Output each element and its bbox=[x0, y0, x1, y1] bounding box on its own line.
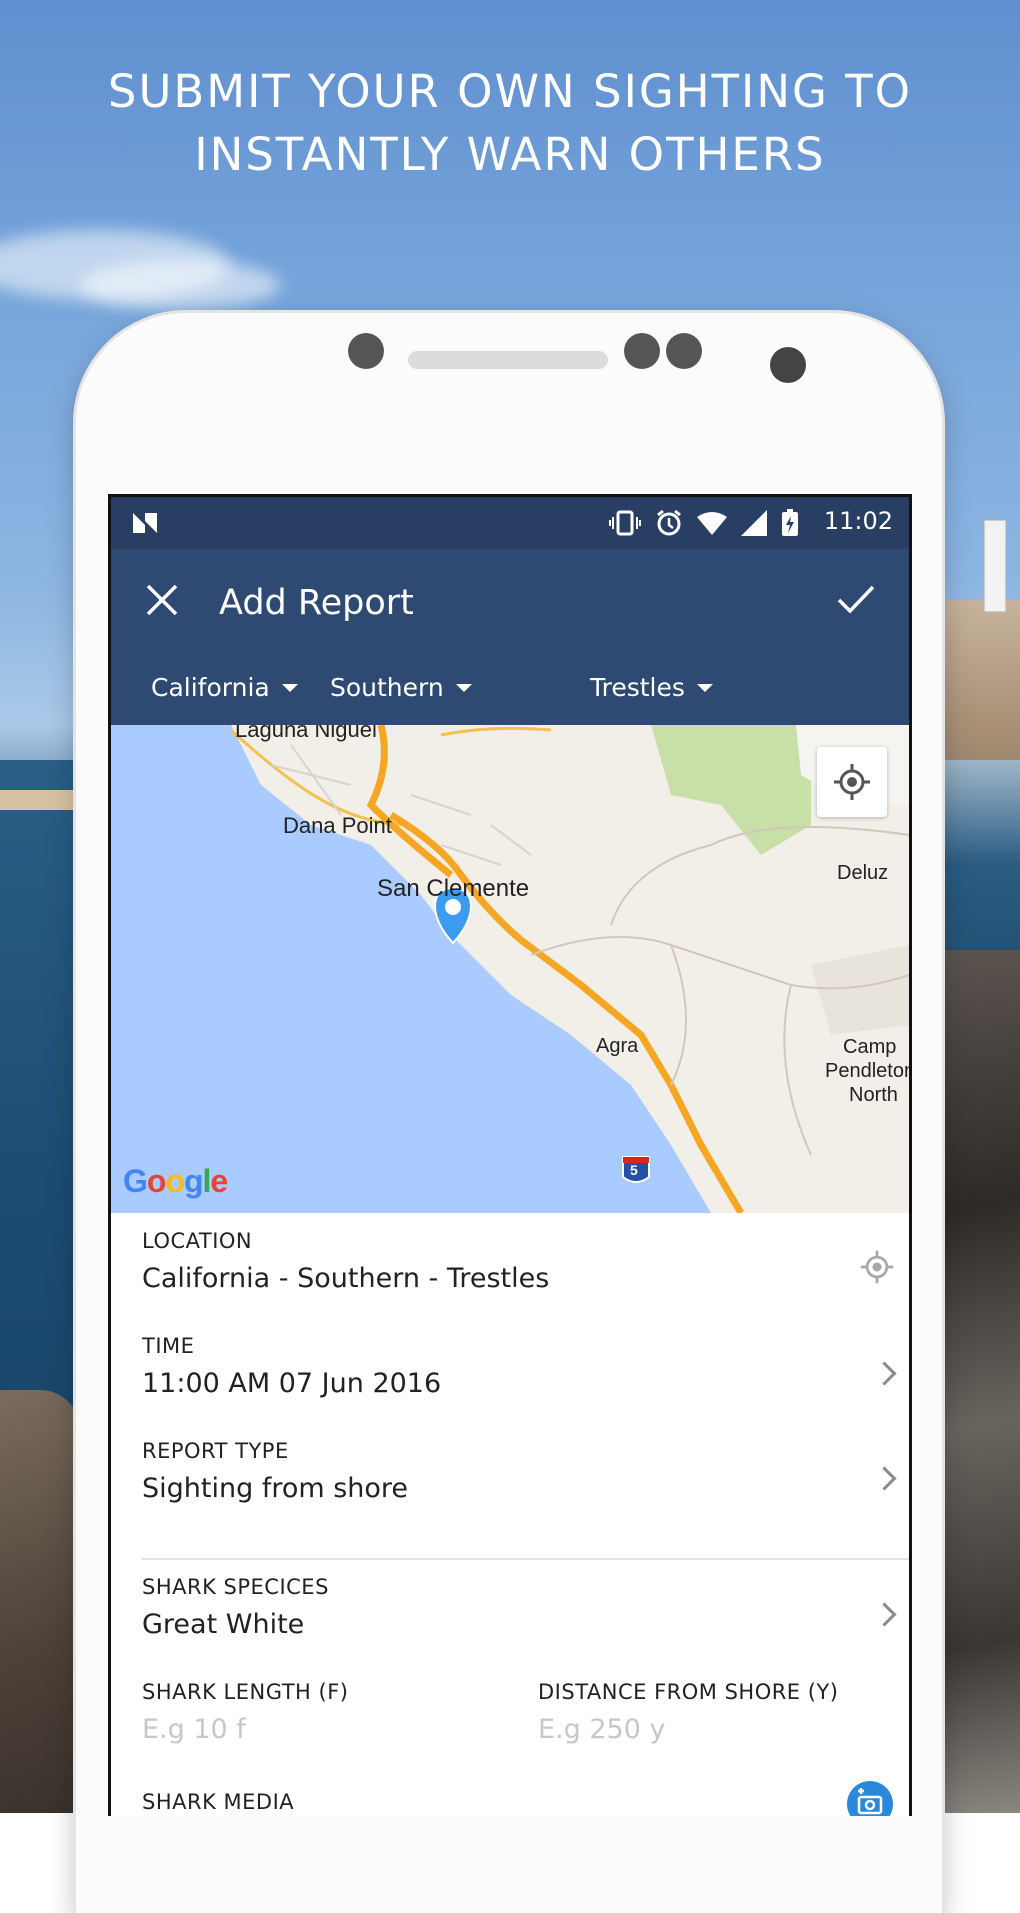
report-type-value: Sighting from shore bbox=[142, 1473, 409, 1504]
status-icons bbox=[609, 509, 799, 537]
map-label-laguna: Laguna Niguel bbox=[235, 725, 377, 742]
species-value: Great White bbox=[142, 1609, 305, 1640]
app-bar: Add Report California Southern Trestles bbox=[111, 549, 909, 725]
chevron-down-icon bbox=[455, 683, 472, 692]
spot-dropdown-label: Trestles bbox=[590, 673, 685, 702]
divider bbox=[142, 1558, 909, 1560]
park-area bbox=[651, 725, 811, 855]
map-label-north: North bbox=[849, 1084, 898, 1106]
shark-length-label: SHARK LENGTH (F) bbox=[142, 1680, 349, 1704]
headline-line-2: INSTANTLY WARN OTHERS bbox=[194, 128, 826, 181]
state-dropdown-label: California bbox=[151, 673, 270, 702]
land-area bbox=[811, 945, 909, 1035]
map-label-dana: Dana Point bbox=[283, 813, 392, 838]
species-field[interactable]: SHARK SPECICES Great White bbox=[142, 1575, 329, 1640]
crosshair-icon[interactable] bbox=[859, 1249, 895, 1285]
time-field[interactable]: TIME 11:00 AM 07 Jun 2016 bbox=[142, 1334, 441, 1399]
chevron-down-icon bbox=[696, 683, 713, 692]
road bbox=[440, 726, 552, 737]
ocean-area bbox=[111, 725, 711, 1213]
chevron-right-icon[interactable] bbox=[872, 1361, 897, 1386]
lighthouse bbox=[984, 520, 1006, 612]
vibrate-icon bbox=[609, 510, 641, 536]
headline-line-1: SUBMIT YOUR OWN SIGHTING TO bbox=[107, 65, 913, 118]
cloud bbox=[80, 260, 280, 310]
map-label-camp: Camp bbox=[843, 1036, 897, 1058]
submit-button[interactable] bbox=[837, 579, 875, 623]
distance-input[interactable]: E.g 250 y bbox=[538, 1714, 838, 1745]
map-label-deluz: Deluz bbox=[837, 862, 889, 884]
close-button[interactable] bbox=[145, 581, 179, 627]
status-time: 11:02 bbox=[823, 507, 893, 535]
rocks-right bbox=[935, 950, 1020, 1813]
rocks-left bbox=[0, 1390, 80, 1813]
location-value: California - Southern - Trestles bbox=[142, 1263, 550, 1294]
add-photo-button[interactable] bbox=[847, 1781, 893, 1816]
battery-charging-icon bbox=[782, 509, 798, 536]
map-tiles bbox=[111, 725, 909, 1213]
spot-dropdown[interactable]: Trestles bbox=[590, 673, 713, 702]
shark-length-input[interactable]: E.g 10 f bbox=[142, 1714, 349, 1745]
phone-speaker bbox=[408, 351, 608, 369]
time-value: 11:00 AM 07 Jun 2016 bbox=[142, 1368, 442, 1399]
phone-screen: 11:02 Add Report California Southern Tre… bbox=[108, 494, 912, 1816]
front-sensor bbox=[624, 333, 660, 369]
crosshair-icon bbox=[834, 764, 870, 800]
map-label-agra: Agra bbox=[596, 1035, 639, 1057]
status-bar: 11:02 bbox=[111, 497, 909, 549]
distance-field[interactable]: DISTANCE FROM SHORE (Y) E.g 250 y bbox=[538, 1680, 838, 1745]
distance-label: DISTANCE FROM SHORE (Y) bbox=[538, 1680, 839, 1704]
front-camera bbox=[770, 347, 806, 383]
location-label: LOCATION bbox=[142, 1229, 253, 1253]
route-number: 5 bbox=[630, 1162, 638, 1178]
region-dropdown-label: Southern bbox=[330, 673, 444, 702]
time-label: TIME bbox=[142, 1334, 195, 1358]
check-icon bbox=[837, 585, 875, 614]
google-logo: Google bbox=[123, 1163, 228, 1199]
camera-icon bbox=[857, 1788, 883, 1815]
shark-media-field: SHARK MEDIA bbox=[142, 1790, 294, 1814]
page-title: Add Report bbox=[219, 583, 414, 623]
chevron-down-icon bbox=[281, 683, 298, 692]
region-dropdown[interactable]: Southern bbox=[330, 673, 472, 702]
my-location-button[interactable] bbox=[817, 747, 887, 817]
close-icon bbox=[146, 584, 178, 616]
promo-headline: SUBMIT YOUR OWN SIGHTING TO INSTANTLY WA… bbox=[0, 60, 1020, 186]
report-type-field[interactable]: REPORT TYPE Sighting from shore bbox=[142, 1439, 408, 1504]
report-type-label: REPORT TYPE bbox=[142, 1439, 289, 1463]
chevron-right-icon[interactable] bbox=[872, 1466, 897, 1491]
shark-media-label: SHARK MEDIA bbox=[142, 1790, 295, 1814]
wifi-icon bbox=[697, 512, 727, 535]
alarm-icon bbox=[657, 509, 681, 536]
shark-length-field[interactable]: SHARK LENGTH (F) E.g 10 f bbox=[142, 1680, 349, 1745]
state-dropdown[interactable]: California bbox=[151, 673, 298, 702]
signal-icon bbox=[741, 510, 767, 536]
front-sensor bbox=[348, 333, 384, 369]
map-label-pendleton: Pendleton bbox=[825, 1060, 909, 1082]
map-view[interactable]: Laguna Niguel Dana Point San Clemente De… bbox=[111, 725, 909, 1213]
chevron-right-icon[interactable] bbox=[872, 1602, 897, 1627]
species-label: SHARK SPECICES bbox=[142, 1575, 329, 1599]
front-sensor bbox=[666, 333, 702, 369]
location-field[interactable]: LOCATION California - Southern - Trestle… bbox=[142, 1229, 549, 1294]
n-notification-icon bbox=[133, 513, 157, 533]
map-label-clemente: San Clemente bbox=[377, 875, 530, 902]
